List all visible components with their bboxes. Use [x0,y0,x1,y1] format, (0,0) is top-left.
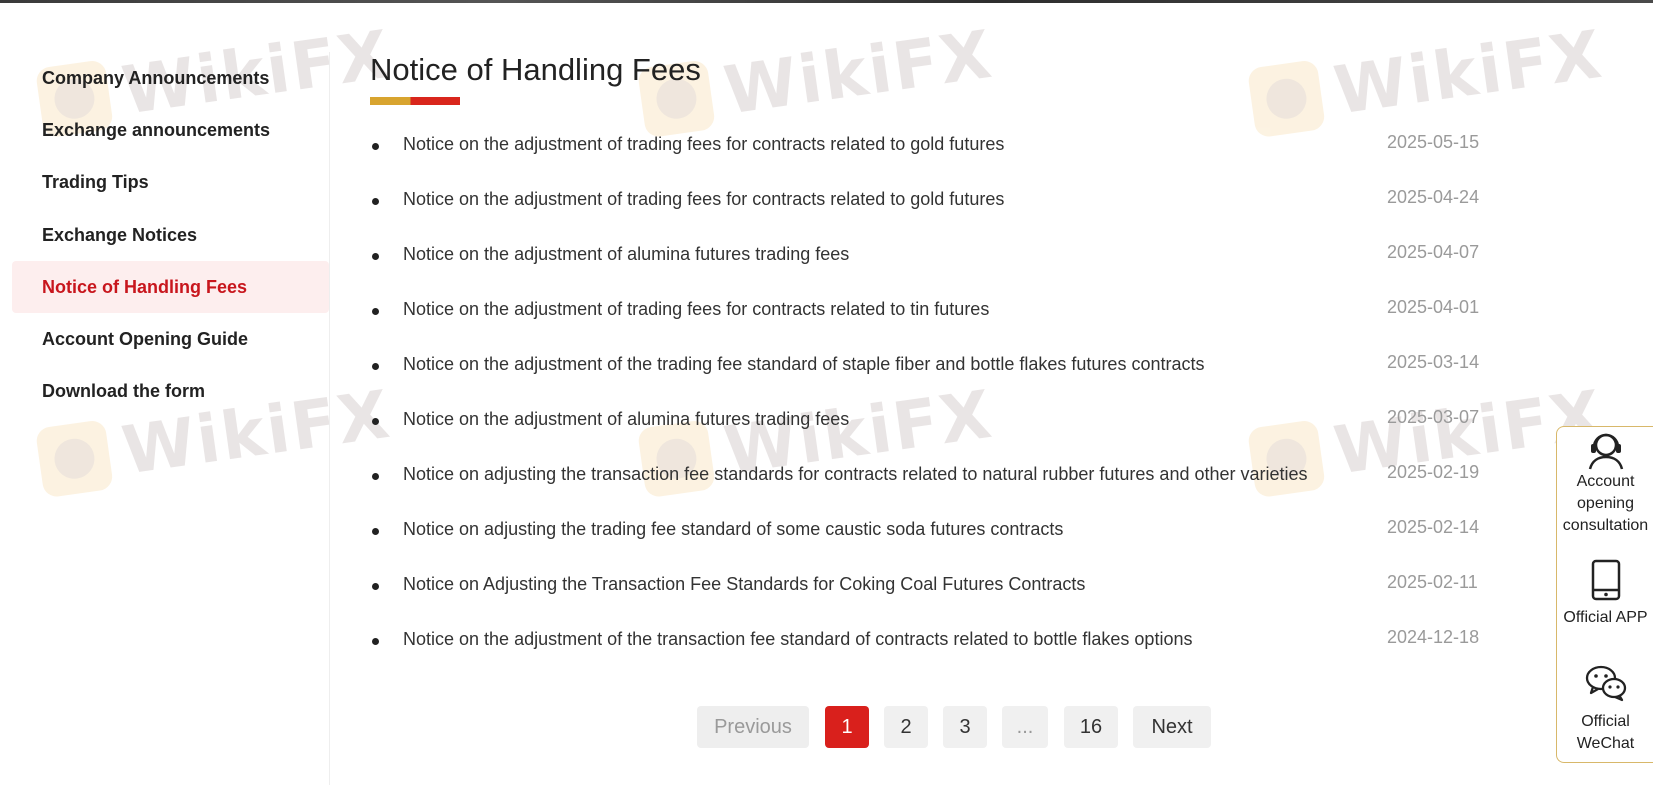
notice-link[interactable]: Notice on the adjustment of trading fees… [403,299,989,320]
customer-service-icon [1588,433,1623,470]
sidebar-item-label: Account Opening Guide [42,328,248,349]
notice-date: 2025-02-14 [1387,517,1480,537]
sidebar-item-exchange-announcements[interactable]: Exchange announcements [12,104,329,156]
sidebar-item-notice-of-handling-fees[interactable]: Notice of Handling Fees [12,261,329,313]
list-item: Notice on Adjusting the Transaction Fee … [370,558,1500,613]
official-wechat-label: Official WeChat [1576,713,1635,752]
notice-date: 2025-04-07 [1387,242,1480,262]
notice-date: 2025-05-15 [1387,132,1480,152]
sidebar-item-label: Notice of Handling Fees [42,276,248,297]
account-opening-consultation-button[interactable]: Account opening consultation [1557,427,1653,537]
official-app-label: Official APP [1563,609,1648,626]
list-item: Notice on the adjustment of alumina futu… [370,393,1500,448]
bullet-icon [372,253,379,260]
bullet-icon [372,198,379,205]
list-item: Notice on adjusting the transaction fee … [370,448,1500,503]
sidebar-item-exchange-notices[interactable]: Exchange Notices [12,209,329,261]
page-ellipsis: ... [1002,706,1048,748]
notice-date: 2025-04-24 [1387,187,1480,207]
notice-link[interactable]: Notice on adjusting the transaction fee … [403,464,1308,485]
notice-link[interactable]: Notice on the adjustment of the transact… [403,629,1192,650]
list-item: Notice on adjusting the trading fee stan… [370,503,1500,558]
notice-link[interactable]: Notice on the adjustment of alumina futu… [403,409,849,430]
notice-link[interactable]: Notice on the adjustment of the trading … [403,354,1204,375]
list-item: Notice on the adjustment of the transact… [370,613,1500,668]
title-underline [370,97,460,105]
page-button-3[interactable]: 3 [943,706,987,748]
top-banner-strip [0,0,1653,3]
next-page-button[interactable]: Next [1133,706,1211,748]
official-wechat-button[interactable]: Official WeChat [1557,663,1653,755]
notice-date: 2025-02-11 [1387,572,1478,592]
list-item: Notice on the adjustment of the trading … [370,338,1500,393]
mobile-phone-icon [1591,559,1620,601]
floating-service-panel: Account opening consultation Official AP… [1556,426,1653,763]
notice-date: 2025-04-01 [1387,297,1480,317]
list-item: Notice on the adjustment of trading fees… [370,283,1500,338]
bullet-icon [372,363,379,370]
sidebar-item-label: Trading Tips [42,171,149,192]
page-title: Notice of Handling Fees [370,52,701,87]
sidebar-item-company-announcements[interactable]: Company Announcements [12,52,329,104]
page-button-2[interactable]: 2 [884,706,928,748]
consultation-label: Account opening consultation [1562,473,1649,534]
bullet-icon [372,583,379,590]
notice-link[interactable]: Notice on the adjustment of alumina futu… [403,244,849,265]
previous-page-button[interactable]: Previous [697,706,809,748]
page-button-16[interactable]: 16 [1064,706,1118,748]
bullet-icon [372,308,379,315]
list-item: Notice on the adjustment of trading fees… [370,118,1500,173]
sidebar-item-trading-tips[interactable]: Trading Tips [12,156,329,208]
bullet-icon [372,473,379,480]
bullet-icon [372,528,379,535]
notice-date: 2025-02-19 [1387,462,1480,482]
page-button-1[interactable]: 1 [825,706,869,748]
notice-date: 2024-12-18 [1387,627,1480,647]
sidebar-item-label: Download the form [42,380,205,401]
notice-link[interactable]: Notice on the adjustment of trading fees… [403,189,1004,210]
sidebar-item-label: Company Announcements [42,67,270,88]
bullet-icon [372,638,379,645]
notice-list: Notice on the adjustment of trading fees… [370,118,1500,668]
bullet-icon [372,143,379,150]
notice-link[interactable]: Notice on the adjustment of trading fees… [403,134,1004,155]
list-item: Notice on the adjustment of trading fees… [370,173,1500,228]
sidebar-item-download-the-form[interactable]: Download the form [12,365,329,417]
wechat-icon [1585,665,1626,702]
notice-link[interactable]: Notice on adjusting the trading fee stan… [403,519,1063,540]
sidebar-item-account-opening-guide[interactable]: Account Opening Guide [12,313,329,365]
notice-date: 2025-03-07 [1387,407,1480,427]
notice-link[interactable]: Notice on Adjusting the Transaction Fee … [403,574,1085,595]
bullet-icon [372,418,379,425]
sidebar-item-label: Exchange Notices [42,224,198,245]
sidebar-item-label: Exchange announcements [42,119,271,140]
notice-date: 2025-03-14 [1387,352,1480,372]
sidebar-nav: Company Announcements Exchange announcem… [0,52,330,785]
list-item: Notice on the adjustment of alumina futu… [370,228,1500,283]
official-app-button[interactable]: Official APP [1557,559,1653,629]
